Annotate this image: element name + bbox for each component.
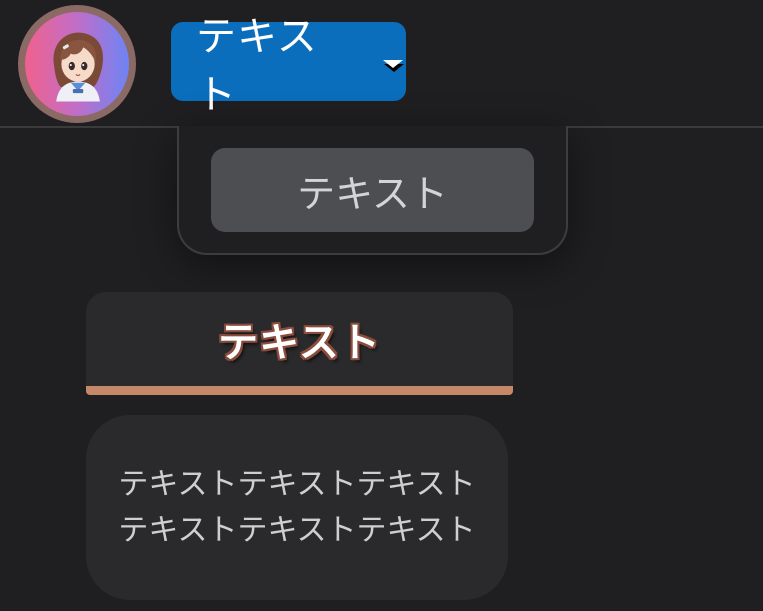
dropdown-button-label: テキスト bbox=[196, 13, 318, 118]
anime-character-avatar-icon bbox=[53, 32, 104, 102]
caret-down-icon bbox=[380, 56, 406, 74]
page: テキスト テキスト テキスト テキストテキストテキスト テキストテキストテキスト bbox=[0, 0, 763, 611]
header-divider-right bbox=[566, 126, 763, 128]
text-card-line: テキストテキストテキスト bbox=[118, 512, 476, 548]
dropdown-menu-item[interactable]: テキスト bbox=[211, 148, 534, 232]
dropdown-button[interactable]: テキスト bbox=[171, 14, 406, 118]
avatar-image bbox=[25, 12, 129, 116]
dropdown-menu: テキスト bbox=[177, 126, 568, 255]
header-divider-left bbox=[0, 126, 178, 128]
tab-active-indicator bbox=[86, 386, 513, 395]
dropdown-menu-item-label: テキスト bbox=[297, 171, 448, 216]
tab-label: テキスト bbox=[218, 320, 381, 366]
tab-active[interactable]: テキスト bbox=[86, 292, 513, 395]
avatar[interactable] bbox=[18, 5, 136, 123]
text-card: テキストテキストテキスト テキストテキストテキスト bbox=[86, 415, 508, 600]
text-card-line: テキストテキストテキスト bbox=[118, 466, 476, 502]
